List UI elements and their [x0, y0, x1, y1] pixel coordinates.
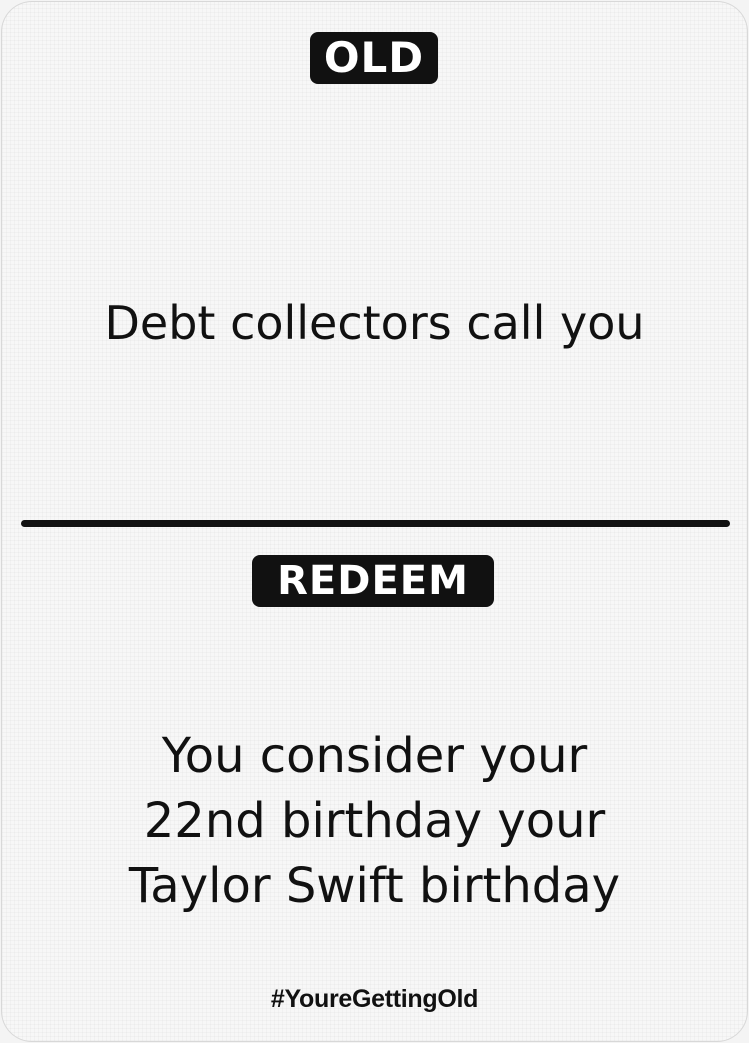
- old-prompt-text: Debt collectors call you: [104, 296, 645, 350]
- old-badge: OLD: [310, 32, 438, 84]
- hashtag-footer: #YoureGettingOld: [270, 985, 479, 1013]
- redeem-line: 22nd birthday your: [143, 793, 606, 849]
- redeem-line: You consider your: [161, 728, 588, 784]
- redeem-line: Taylor Swift birthday: [128, 858, 621, 914]
- game-card: OLD Debt collectors call you REDEEM You …: [2, 2, 747, 1041]
- redeem-badge: REDEEM: [252, 555, 494, 607]
- redeem-text: You consider your 22nd birthday your Tay…: [22, 724, 727, 919]
- section-divider: [21, 520, 730, 527]
